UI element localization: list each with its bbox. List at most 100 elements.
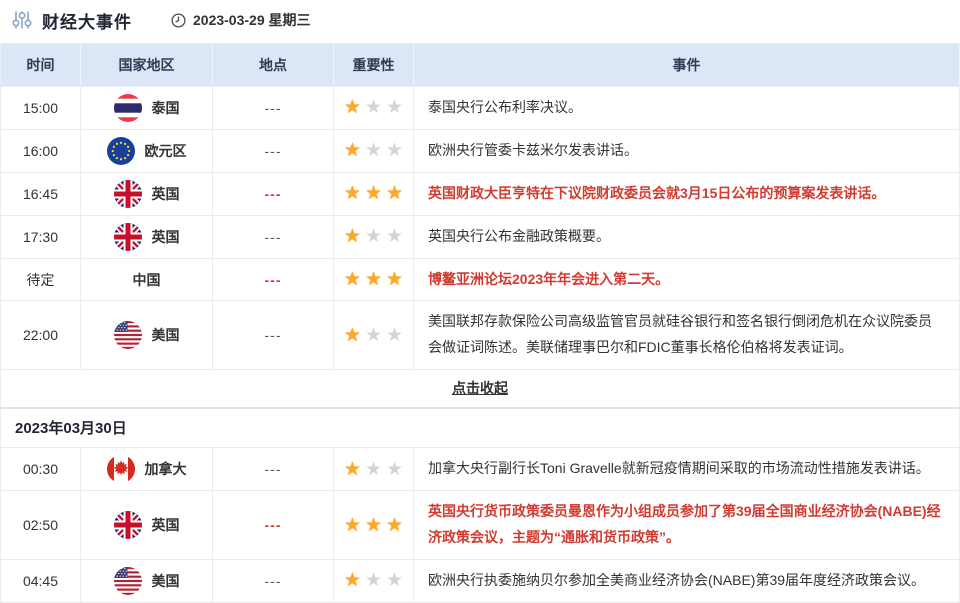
event-row: 22:00 美国 ---★★★美国联邦存款保险公司高级监管官员就硅谷银行和签名银行…	[1, 301, 960, 370]
star-empty-icon: ★	[384, 226, 405, 247]
star-filled-icon: ★	[342, 226, 363, 247]
collapse-toggle[interactable]: 点击收起	[452, 380, 508, 396]
event-location: ---	[213, 172, 334, 215]
star-empty-icon: ★	[384, 140, 405, 161]
flag-uk-icon	[114, 511, 142, 539]
country-name: 英国	[152, 515, 180, 535]
event-country-cell: 泰国	[81, 87, 213, 130]
star-empty-icon: ★	[363, 140, 384, 161]
event-location: ---	[213, 559, 334, 602]
importance-stars: ★★★	[334, 87, 414, 130]
col-header-time: 时间	[1, 44, 81, 87]
flag-canada-icon	[107, 455, 135, 483]
country-name: 美国	[152, 325, 180, 345]
star-filled-icon: ★	[342, 140, 363, 161]
star-empty-icon: ★	[384, 97, 405, 118]
importance-stars: ★★★	[334, 129, 414, 172]
event-country-cell: 英国	[81, 491, 213, 560]
event-row: 16:00 欧元区---★★★欧洲央行管委卡兹米尔发表讲话。	[1, 129, 960, 172]
star-empty-icon: ★	[384, 459, 405, 480]
event-country-cell: 加拿大	[81, 448, 213, 491]
event-row: 00:30 加拿大---★★★加拿大央行副行长Toni Gravelle就新冠疫…	[1, 448, 960, 491]
star-filled-icon: ★	[342, 459, 363, 480]
country-name: 英国	[152, 227, 180, 247]
event-text: 美国联邦存款保险公司高级监管官员就硅谷银行和签名银行倒闭危机在众议院委员会做证词…	[414, 301, 960, 370]
title-bar: 财经大事件 2023-03-29 星期三	[0, 0, 960, 40]
star-empty-icon: ★	[363, 459, 384, 480]
event-location: ---	[213, 301, 334, 370]
star-empty-icon: ★	[363, 325, 384, 346]
col-header-importance: 重要性	[334, 44, 414, 87]
star-filled-icon: ★	[363, 515, 384, 536]
star-filled-icon: ★	[384, 183, 405, 204]
event-location: ---	[213, 215, 334, 258]
date-section-header: 2023年03月30日	[1, 408, 960, 448]
country-name: 加拿大	[145, 459, 187, 479]
flag-eu-icon	[107, 137, 135, 165]
event-time: 04:45	[1, 559, 81, 602]
event-time: 22:00	[1, 301, 81, 370]
event-text: 博鳌亚洲论坛2023年年会进入第二天。	[414, 258, 960, 301]
event-country-cell: 欧元区	[81, 129, 213, 172]
event-country-cell: 英国	[81, 215, 213, 258]
event-location: ---	[213, 87, 334, 130]
event-location: ---	[213, 491, 334, 560]
star-filled-icon: ★	[342, 515, 363, 536]
clock-icon	[170, 12, 187, 29]
col-header-location: 地点	[213, 44, 334, 87]
col-header-event: 事件	[414, 44, 960, 87]
event-text: 英国央行货币政策委员曼恩作为小组成员参加了第39届全国商业经济协会(NABE)经…	[414, 491, 960, 560]
event-country-cell: 美国	[81, 559, 213, 602]
event-country-cell: 中国	[81, 258, 213, 301]
flag-usa-icon	[114, 567, 142, 595]
event-text: 欧洲央行管委卡兹米尔发表讲话。	[414, 129, 960, 172]
event-row: 16:45 英国---★★★英国财政大臣亨特在下议院财政委员会就3月15日公布的…	[1, 172, 960, 215]
star-filled-icon: ★	[342, 269, 363, 290]
importance-stars: ★★★	[334, 448, 414, 491]
star-filled-icon: ★	[342, 97, 363, 118]
event-text: 泰国央行公布利率决议。	[414, 87, 960, 130]
importance-stars: ★★★	[334, 301, 414, 370]
star-filled-icon: ★	[342, 183, 363, 204]
star-filled-icon: ★	[363, 183, 384, 204]
star-empty-icon: ★	[384, 325, 405, 346]
collapse-row: 点击收起	[1, 370, 960, 408]
event-time: 待定	[1, 258, 81, 301]
star-empty-icon: ★	[384, 570, 405, 591]
importance-stars: ★★★	[334, 491, 414, 560]
star-filled-icon: ★	[384, 269, 405, 290]
event-text: 欧洲央行执委施纳贝尔参加全美商业经济协会(NABE)第39届年度经济政策会议。	[414, 559, 960, 602]
table-header-row: 时间 国家地区 地点 重要性 事件	[1, 44, 960, 87]
event-text: 英国财政大臣亨特在下议院财政委员会就3月15日公布的预算案发表讲话。	[414, 172, 960, 215]
importance-stars: ★★★	[334, 258, 414, 301]
col-header-country: 国家地区	[81, 44, 213, 87]
star-empty-icon: ★	[363, 97, 384, 118]
country-name: 英国	[152, 184, 180, 204]
event-time: 16:00	[1, 129, 81, 172]
event-time: 17:30	[1, 215, 81, 258]
events-table: 时间 国家地区 地点 重要性 事件 15:00 泰国---★★★泰国央行公布利率…	[0, 43, 960, 603]
event-time: 15:00	[1, 87, 81, 130]
date-section-row: 2023年03月30日	[1, 408, 960, 448]
event-time: 02:50	[1, 491, 81, 560]
country-name: 中国	[133, 270, 161, 290]
current-date: 2023-03-29 星期三	[193, 10, 311, 30]
event-location: ---	[213, 258, 334, 301]
flag-usa-icon	[114, 321, 142, 349]
tune-sliders-icon	[10, 8, 34, 32]
importance-stars: ★★★	[334, 172, 414, 215]
event-row: 04:45 美国 ---★★★欧洲央行执委施纳贝尔参加全美商业经济协会(NABE)…	[1, 559, 960, 602]
importance-stars: ★★★	[334, 559, 414, 602]
star-empty-icon: ★	[363, 226, 384, 247]
star-filled-icon: ★	[384, 515, 405, 536]
event-row: 待定中国---★★★博鳌亚洲论坛2023年年会进入第二天。	[1, 258, 960, 301]
flag-uk-icon	[114, 223, 142, 251]
event-text: 加拿大央行副行长Toni Gravelle就新冠疫情期间采取的市场流动性措施发表…	[414, 448, 960, 491]
country-name: 泰国	[152, 98, 180, 118]
importance-stars: ★★★	[334, 215, 414, 258]
event-time: 16:45	[1, 172, 81, 215]
event-location: ---	[213, 448, 334, 491]
event-country-cell: 美国	[81, 301, 213, 370]
country-name: 美国	[152, 571, 180, 591]
event-row: 02:50 英国---★★★英国央行货币政策委员曼恩作为小组成员参加了第39届全…	[1, 491, 960, 560]
